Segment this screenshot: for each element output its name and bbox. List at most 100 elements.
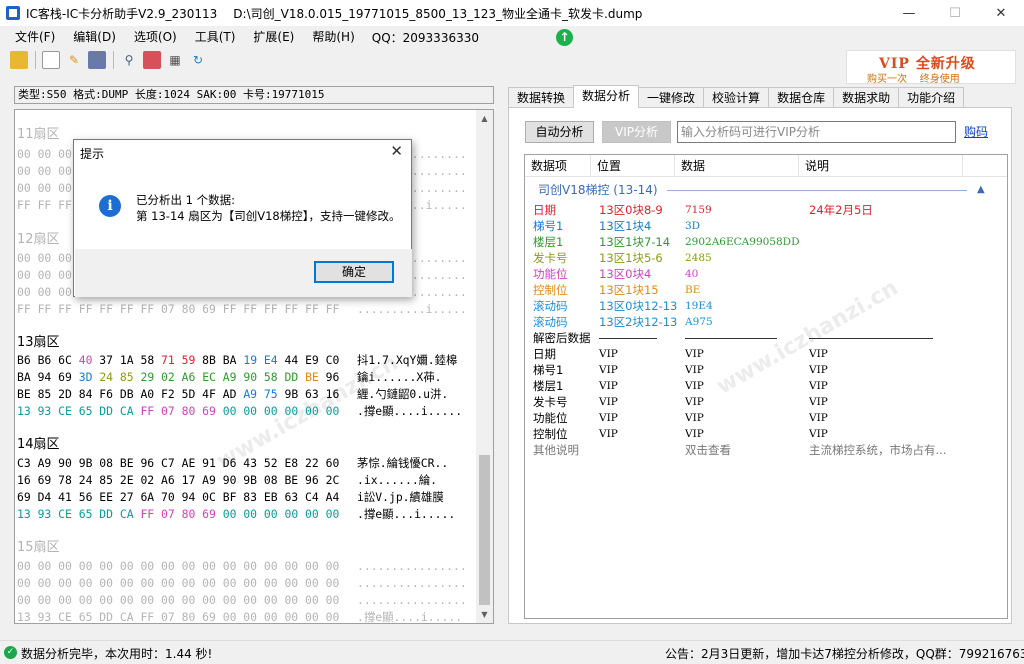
group-divider	[667, 190, 967, 191]
minimize-button[interactable]: —	[886, 0, 932, 26]
ascii-line: 鑰i......X茽.	[357, 370, 442, 384]
tab-data-warehouse[interactable]: 数据仓库	[768, 87, 835, 108]
tab-features[interactable]: 功能介绍	[898, 87, 965, 108]
grid-cell: 日期	[533, 203, 556, 217]
separator-line	[599, 338, 657, 339]
close-icon[interactable]: ✕	[390, 142, 403, 160]
hex-scrollbar[interactable]: ▲ ▼	[476, 110, 493, 623]
menu-options[interactable]: 选项(O)	[125, 26, 186, 48]
tab-checksum[interactable]: 校验计算	[703, 87, 770, 108]
table-row[interactable]: 功能位 13区0块4 40	[525, 266, 1007, 282]
grid-cell: VIP	[599, 380, 618, 392]
sector-12-title: 12扇区	[17, 232, 60, 247]
grid-cell: 3D	[685, 220, 701, 232]
grid-cell: 13区1块5-6	[599, 251, 663, 265]
table-row[interactable]: 日期 VIP VIP VIP	[525, 346, 1007, 362]
table-row[interactable]: 控制位 VIP VIP VIP	[525, 426, 1007, 442]
grid-cell: VIP	[809, 364, 828, 376]
grid-cell: BE	[685, 284, 701, 296]
calendar-icon[interactable]	[143, 51, 161, 69]
table-row[interactable]: 滚动码 13区2块12-13 A975	[525, 314, 1007, 330]
table-row[interactable]: 功能位 VIP VIP VIP	[525, 410, 1007, 426]
vip-banner[interactable]: VIP 全新升级 购买一次 终身使用	[846, 50, 1016, 85]
table-row[interactable]: 发卡号 VIP VIP VIP	[525, 394, 1007, 410]
grid-cell: 滚动码	[533, 299, 568, 313]
toolbar-separator	[113, 51, 114, 69]
qq-contact: QQ：2093336330	[371, 30, 479, 45]
scroll-up-icon[interactable]: ▲	[476, 110, 493, 127]
group-header[interactable]: 司创V18梯控 (13-14) ▲	[525, 182, 1007, 198]
grid-cell: 13区1块7-14	[599, 235, 671, 249]
dialog-message-line2: 第 13-14 扇区为【司创V18梯控】，支持一键修改。	[136, 209, 401, 223]
book-icon[interactable]	[10, 51, 28, 69]
tab-one-click-edit[interactable]: 一键修改	[638, 87, 705, 108]
grid-icon[interactable]: ▦	[166, 51, 184, 69]
ascii-line: 抖1.7.XqY嬭.錴槔	[357, 353, 458, 367]
update-icon[interactable]: ↑	[556, 29, 573, 46]
tab-data-analysis[interactable]: 数据分析	[573, 85, 640, 108]
header-item[interactable]: 数据项	[525, 155, 591, 177]
grid-cell: 其他说明	[533, 443, 579, 457]
ascii-line: .撐e顯...i.....	[357, 507, 456, 521]
tab-data-help[interactable]: 数据求助	[833, 87, 900, 108]
auto-analyze-button[interactable]: 自动分析	[525, 121, 594, 143]
table-row[interactable]: 楼层1 13区1块7-14 2902A6ECA99058DD	[525, 234, 1007, 250]
magnifier-icon[interactable]: ⚲	[120, 51, 138, 69]
grid-cell: VIP	[599, 412, 618, 424]
grid-cell: 13区1块15	[599, 283, 659, 297]
ascii-line: 茅悰.綸钱懮CR..	[357, 456, 449, 470]
menu-file[interactable]: 文件(F)	[6, 26, 64, 48]
hex-line-colored: 13 93 CE 65 DD CA FF 07 80 69 00 00 00 0…	[17, 404, 340, 418]
refresh-icon[interactable]: ↻	[189, 51, 207, 69]
menu-extensions[interactable]: 扩展(E)	[244, 26, 303, 48]
grid-cell: 双击查看	[685, 443, 731, 457]
collapse-icon[interactable]: ▲	[977, 182, 985, 198]
dialog-title: 提示	[80, 147, 105, 161]
grid-cell: 24年2月5日	[809, 203, 873, 217]
ok-button[interactable]: 确定	[314, 261, 394, 283]
table-row[interactable]: 日期 13区0块8-9 7159 24年2月5日	[525, 202, 1007, 218]
hex-line: 00 00 00 00 00 00 00 00 00 00 00 00 00 0…	[17, 593, 340, 607]
maximize-button[interactable]: ☐	[932, 0, 978, 26]
checkmark-icon: ✓	[4, 646, 17, 659]
header-position[interactable]: 位置	[591, 155, 675, 177]
header-description[interactable]: 说明	[799, 155, 963, 177]
table-row[interactable]: 其他说明 双击查看 主流梯控系统，市场占有...	[525, 442, 1007, 458]
menu-help[interactable]: 帮助(H)	[303, 26, 363, 48]
grid-cell: 7159	[685, 204, 712, 216]
grid-cell: VIP	[685, 364, 704, 376]
grid-cell: 13区2块12-13	[599, 315, 678, 329]
table-row[interactable]: 梯号1 VIP VIP VIP	[525, 362, 1007, 378]
grid-cell: 日期	[533, 347, 556, 361]
analysis-grid[interactable]: www.iczhanzi.cn 数据项 位置 数据 说明 司创V18梯控 (13…	[524, 154, 1008, 619]
analysis-code-input[interactable]: 输入分析码可进行VIP分析	[677, 121, 956, 143]
grid-cell: VIP	[685, 396, 704, 408]
grid-cell: VIP	[685, 412, 704, 424]
grid-cell: 40	[685, 268, 699, 280]
grid-cell: 梯号1	[533, 219, 564, 233]
table-row[interactable]: 控制位 13区1块15 BE	[525, 282, 1007, 298]
save-icon[interactable]	[88, 51, 106, 69]
vip-analyze-button[interactable]: VIP分析	[602, 121, 671, 143]
menu-edit[interactable]: 编辑(D)	[64, 26, 125, 48]
card-info-bar: 类型:S50 格式:DUMP 长度:1024 SAK:00 卡号:1977101…	[14, 86, 494, 104]
pencil-icon[interactable]: ✎	[65, 51, 83, 69]
buy-code-link[interactable]: 购码	[964, 123, 988, 140]
table-row[interactable]: 解密后数据	[525, 330, 1007, 346]
table-row[interactable]: 滚动码 13区0块12-13 19E4	[525, 298, 1007, 314]
grid-cell: 2485	[685, 252, 712, 264]
new-file-icon[interactable]	[42, 51, 60, 69]
close-window-button[interactable]: ✕	[978, 0, 1024, 26]
scroll-down-icon[interactable]: ▼	[476, 606, 493, 623]
grid-cell: 发卡号	[533, 251, 568, 265]
table-row[interactable]: 楼层1 VIP VIP VIP	[525, 378, 1007, 394]
ascii-line: .撐e顯....i.....	[357, 610, 463, 624]
info-icon: i	[99, 195, 121, 217]
header-data[interactable]: 数据	[675, 155, 799, 177]
menu-tools[interactable]: 工具(T)	[186, 26, 245, 48]
scrollbar-thumb[interactable]	[479, 455, 490, 605]
table-row[interactable]: 梯号1 13区1块4 3D	[525, 218, 1007, 234]
table-row[interactable]: 发卡号 13区1块5-6 2485	[525, 250, 1007, 266]
tab-data-convert[interactable]: 数据转换	[508, 87, 575, 108]
grid-cell: 功能位	[533, 411, 568, 425]
